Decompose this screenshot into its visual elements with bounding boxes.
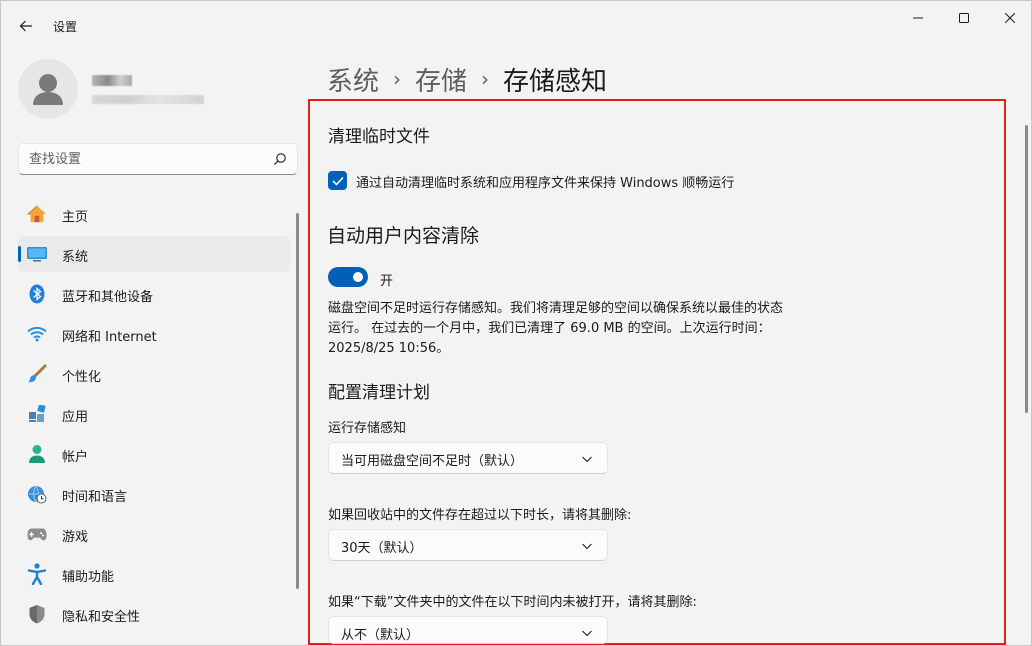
section-title-cleanup-temp: 清理临时文件: [328, 127, 430, 147]
apps-icon: [27, 404, 47, 424]
sidebar-item-label: 系统: [62, 250, 89, 265]
cleanup-temp-checkbox[interactable]: [328, 171, 347, 190]
sidebar-item-home[interactable]: 主页: [18, 196, 290, 232]
dropdown-value: 当可用磁盘空间不足时（默认）: [341, 454, 524, 469]
sidebar-item-system[interactable]: 系统: [18, 236, 290, 272]
account-icon: [27, 444, 47, 464]
downloads-dropdown[interactable]: 从不（默认）: [328, 616, 608, 644]
wifi-icon: [27, 324, 47, 344]
sidebar-item-network[interactable]: 网络和 Internet: [18, 316, 290, 352]
run-storage-sense-dropdown[interactable]: 当可用磁盘空间不足时（默认）: [328, 442, 608, 474]
maximize-button[interactable]: [941, 1, 987, 35]
dropdown-value: 从不（默认）: [341, 628, 420, 643]
section-title-auto-cleanup: 自动用户内容清除: [327, 225, 480, 247]
sidebar-item-accounts[interactable]: 帐户: [18, 436, 290, 472]
back-button[interactable]: [11, 11, 41, 41]
sidebar-item-label: 隐私和安全性: [62, 610, 141, 625]
toggle-state-label: 开: [380, 274, 394, 289]
chevron-right-icon: ›: [481, 67, 490, 91]
app-title: 设置: [53, 20, 78, 34]
breadcrumb: 系统 › 存储 › 存储感知: [327, 59, 607, 99]
back-arrow-icon: [19, 20, 32, 32]
sidebar-item-personalization[interactable]: 个性化: [18, 356, 290, 392]
globe-clock-icon: [27, 484, 47, 504]
minimize-icon: [913, 17, 923, 19]
toggle-knob: [353, 272, 363, 282]
sidebar-nav: 主页 系统 蓝牙和其他设备 网络和 Internet 个性化 应用 帐户 时间和…: [18, 196, 290, 636]
sidebar-item-time-language[interactable]: 时间和语言: [18, 476, 290, 512]
settings-window: 设置 主页: [0, 0, 1032, 646]
chevron-down-icon: [582, 630, 592, 637]
cleanup-temp-checkbox-label[interactable]: 通过自动清理临时系统和应用程序文件来保持 Windows 顺畅运行: [356, 172, 734, 191]
downloads-label: 如果“下载”文件夹中的文件在以下时间内未被打开，请将其删除:: [328, 595, 697, 610]
run-storage-sense-label: 运行存储感知: [328, 421, 407, 436]
search-icon[interactable]: [273, 152, 287, 166]
accessibility-icon: [27, 563, 47, 585]
chevron-down-icon: [582, 543, 592, 550]
chevron-down-icon: [582, 456, 592, 463]
recycle-bin-dropdown[interactable]: 30天（默认）: [328, 529, 608, 561]
sidebar-item-label: 主页: [62, 210, 89, 225]
title-bar: 设置: [1, 1, 1031, 49]
search-input[interactable]: [29, 150, 259, 168]
sidebar-scrollbar[interactable]: [296, 213, 299, 589]
sidebar-item-label: 网络和 Internet: [62, 330, 157, 345]
system-icon: [27, 244, 47, 264]
auto-cleanup-description: 磁盘空间不足时运行存储感知。我们将清理足够的空间以确保系统以最佳的状态运行。 在…: [328, 301, 784, 356]
checkmark-icon: [331, 176, 344, 186]
person-icon: [33, 74, 63, 105]
gamepad-icon: [27, 524, 47, 544]
main-scrollbar[interactable]: [1025, 125, 1028, 413]
sidebar-item-label: 游戏: [62, 530, 89, 545]
shield-icon: [27, 604, 47, 624]
user-name-redacted: [92, 75, 132, 86]
recycle-bin-label: 如果回收站中的文件存在超过以下时长，请将其删除:: [328, 508, 632, 523]
user-email-redacted: [92, 95, 204, 104]
sidebar-item-label: 帐户: [62, 450, 89, 465]
bluetooth-icon: [27, 284, 47, 304]
user-profile[interactable]: [18, 59, 288, 121]
section-title-schedule: 配置清理计划: [328, 383, 430, 403]
sidebar-item-label: 蓝牙和其他设备: [62, 290, 154, 305]
chevron-right-icon: ›: [393, 67, 402, 91]
home-icon: [27, 204, 47, 224]
avatar: [18, 59, 78, 119]
search-box[interactable]: [18, 143, 298, 175]
close-button[interactable]: [987, 1, 1032, 35]
sidebar-item-privacy[interactable]: 隐私和安全性: [18, 596, 290, 632]
sidebar-item-apps[interactable]: 应用: [18, 396, 290, 432]
page-title: 存储感知: [503, 66, 608, 97]
auto-cleanup-toggle[interactable]: [328, 267, 368, 287]
sidebar-item-label: 个性化: [62, 370, 102, 385]
dropdown-value: 30天（默认）: [341, 541, 423, 556]
sidebar-item-label: 应用: [62, 410, 89, 425]
breadcrumb-storage[interactable]: 存储: [415, 61, 467, 98]
brush-icon: [27, 364, 47, 384]
sidebar-item-label: 辅助功能: [62, 570, 115, 585]
maximize-icon: [959, 13, 969, 23]
sidebar-item-label: 时间和语言: [62, 490, 128, 505]
sidebar-item-accessibility[interactable]: 辅助功能: [18, 556, 290, 592]
minimize-button[interactable]: [895, 1, 941, 35]
close-icon: [1005, 13, 1015, 23]
sidebar-item-gaming[interactable]: 游戏: [18, 516, 290, 552]
sidebar-item-bluetooth[interactable]: 蓝牙和其他设备: [18, 276, 290, 312]
breadcrumb-system[interactable]: 系统: [327, 61, 379, 98]
